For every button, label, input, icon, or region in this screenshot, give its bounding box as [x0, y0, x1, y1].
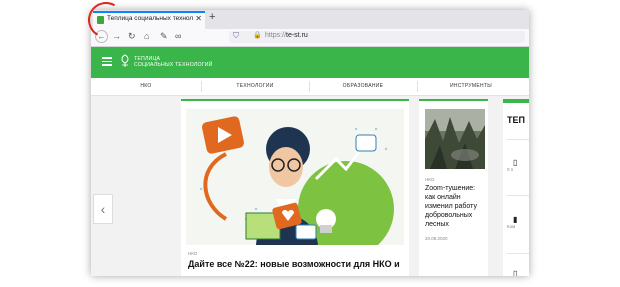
wrench-icon[interactable]: ✎ — [160, 31, 168, 42]
url-text[interactable]: https://te-st.ru — [265, 32, 308, 39]
panel-item[interactable]: ▮ Ком — [507, 215, 529, 229]
article-date: 20.08.2020 — [425, 236, 448, 241]
navigation-bar: ← → ↻ ⌂ ✎ ∞ ⛉ 🔒 https://te-st.ru — [91, 29, 529, 47]
logo-leaf-icon[interactable] — [120, 54, 130, 68]
item-icon: ▮ — [513, 215, 518, 224]
right-panel: ТЕП ▯ 0 п ▮ Ком ▯ — [503, 99, 529, 276]
menu-item-education[interactable]: ОБРАЗОВАНИЕ — [309, 78, 417, 95]
panel-item[interactable]: ▯ 0 п — [507, 158, 529, 172]
panel-item[interactable]: ▯ — [507, 269, 529, 276]
article-title[interactable]: Дайте все №22: новые возможности для НКО… — [188, 259, 406, 270]
menu-item-technologies[interactable]: ТЕХНОЛОГИИ — [201, 78, 309, 95]
main-article-card[interactable]: НКО Дайте все №22: новые возможности для… — [181, 99, 409, 276]
item-icon: ▯ — [513, 158, 518, 167]
menu-item-tools[interactable]: ИНСТРУМЕНТЫ — [417, 78, 525, 95]
carousel-prev-button[interactable]: ‹ — [93, 194, 113, 224]
menu-item-nko[interactable]: НКО — [91, 78, 201, 95]
tab-close-icon[interactable]: ✕ — [195, 14, 202, 23]
side-article-card[interactable]: НКО Zoom-тушение: как онлайн изменил раб… — [419, 99, 488, 276]
article-illustration[interactable] — [186, 109, 404, 245]
site-logo[interactable]: ТЕПЛИЦА СОЦИАЛЬНЫХ ТЕХНОЛОГИЙ — [134, 56, 213, 68]
article-tag[interactable]: НКО — [188, 251, 197, 256]
content-area: ‹ НКО Дайте все №22: новые возможности д… — [91, 96, 529, 276]
reload-button[interactable]: ↻ — [128, 31, 136, 42]
site-header: ТЕПЛИЦА СОЦИАЛЬНЫХ ТЕХНОЛОГИЙ — [91, 47, 529, 78]
tab-strip: Теплица социальных техноло ✕ + — [91, 10, 529, 29]
address-bar[interactable]: ⛉ 🔒 https://te-st.ru — [229, 31, 525, 43]
article-tag[interactable]: НКО — [425, 177, 434, 182]
browser-window: Теплица социальных техноло ✕ + ← → ↻ ⌂ ✎… — [91, 10, 529, 276]
shield-icon[interactable]: ⛉ — [233, 31, 239, 41]
hamburger-menu-icon[interactable] — [102, 57, 112, 66]
panel-title: ТЕП — [507, 115, 525, 125]
article-title[interactable]: Zoom-тушение: как онлайн изменил работу … — [425, 184, 487, 229]
glasses-icon[interactable]: ∞ — [175, 31, 181, 41]
article-photo[interactable] — [425, 109, 485, 169]
home-icon[interactable]: ⌂ — [144, 31, 149, 41]
item-icon: ▯ — [513, 269, 518, 276]
category-menu: НКО ТЕХНОЛОГИИ ОБРАЗОВАНИЕ ИНСТРУМЕНТЫ — [91, 78, 529, 96]
new-tab-button[interactable]: + — [209, 11, 215, 23]
lock-icon[interactable]: 🔒 — [253, 31, 262, 39]
